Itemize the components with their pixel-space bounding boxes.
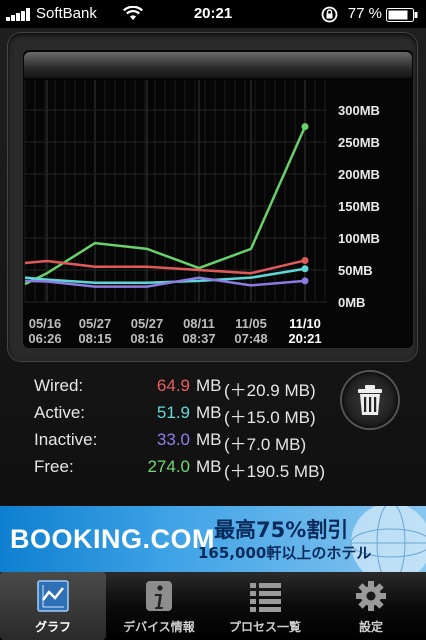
stat-row-active: Active: 51.9 MB (＋15.0 MB) [34,403,354,430]
x-tick-label: 08/11 [183,316,215,331]
tab-settings[interactable]: 設定 [318,572,424,640]
stat-row-inactive: Inactive: 33.0 MB (＋7.0 MB) [34,430,354,457]
trash-icon [358,385,382,415]
stat-row-free: Free: 274.0 MB (＋190.5 MB) [34,457,354,484]
tab-label: 設定 [358,620,383,634]
series-endpoint-inactive [301,277,309,285]
rotation-lock-icon [321,6,338,23]
x-tick-label: 06:26 [28,331,61,346]
x-tick-label: 08:15 [78,331,111,346]
x-tick-label: 11/10 [289,316,321,331]
x-tick-label: 05/16 [29,316,62,331]
stat-label: Free: [34,457,74,476]
ad-subline: 165,000軒以上のホテル [198,544,372,562]
y-tick-label: 100MB [338,231,380,246]
gear-icon [356,581,386,611]
ad-brand: BOOKING.COM [10,524,215,554]
tab-label: プロセス一覧 [228,620,301,634]
series-endpoint-free [301,123,309,131]
stat-delta: (＋190.5 MB) [224,462,326,481]
x-tick-label: 08:37 [182,331,215,346]
stat-row-wired: Wired: 64.9 MB (＋20.9 MB) [34,376,354,403]
stat-value: 274.0 [147,457,190,476]
y-tick-label: 250MB [338,135,380,150]
stat-unit: MB [196,403,222,422]
y-tick-label: 0MB [338,295,365,310]
stat-label: Active: [34,403,86,422]
x-tick-label: 07:48 [234,331,267,346]
x-tick-label: 11/05 [235,316,267,331]
stat-label: Wired: [34,376,84,395]
tab-label: デバイス情報 [123,620,195,634]
chart-frame: 300MB 250MB 200MB 150MB 100MB 50MB 0MB 05/16 06:… [7,32,418,362]
memory-chart: 300MB 250MB 200MB 150MB 100MB 50MB 0MB 05/1606:… [24,80,380,346]
clear-memory-button[interactable] [342,372,398,428]
main-panel: 300MB 250MB 200MB 150MB 100MB 50MB 0MB 05/16 06:… [0,28,426,506]
status-bar: SoftBank 20:21 77 % [0,0,426,28]
graph-icon [37,580,69,612]
tab-device-info[interactable]: デバイス情報 [106,572,212,640]
x-tick-label: 05/27 [131,316,164,331]
battery-icon [386,8,418,22]
y-tick-label: 300MB [338,103,380,118]
series-endpoint-wired [301,256,309,264]
ad-banner[interactable]: BOOKING.COM 最高75%割引 165,000軒以上のホテル [0,506,426,572]
tab-process-list[interactable]: プロセス一覧 [212,572,318,640]
series-endpoint-active [301,265,309,273]
stat-unit: MB [196,430,222,449]
x-tick-label: 08:16 [130,331,163,346]
stat-unit: MB [196,376,222,395]
memory-stats: Wired: 64.9 MB (＋20.9 MB) Active: 51.9 M… [34,376,354,484]
y-tick-label: 200MB [338,167,380,182]
stat-value: 33.0 [156,430,190,449]
x-tick-label: 05/27 [79,316,112,331]
stat-label: Inactive: [34,430,98,449]
info-icon [146,581,172,611]
ad-headline: 最高75%割引 [214,518,349,542]
tab-bar: グラフ デバイス情報 プロセス一覧 設定 [0,572,426,640]
tab-graph[interactable]: グラフ [0,572,106,640]
y-tick-label: 150MB [338,199,380,214]
tab-label: グラフ [34,620,71,634]
stat-delta: (＋20.9 MB) [224,381,316,400]
stat-value: 51.9 [156,403,190,422]
x-tick-label: 20:21 [288,331,321,346]
stat-value: 64.9 [156,376,190,395]
battery-percent: 77 % [347,5,382,22]
stat-delta: (＋7.0 MB) [224,435,307,454]
stat-unit: MB [196,457,222,476]
stat-delta: (＋15.0 MB) [224,408,316,427]
list-icon [250,583,281,612]
y-tick-label: 50MB [338,263,373,278]
